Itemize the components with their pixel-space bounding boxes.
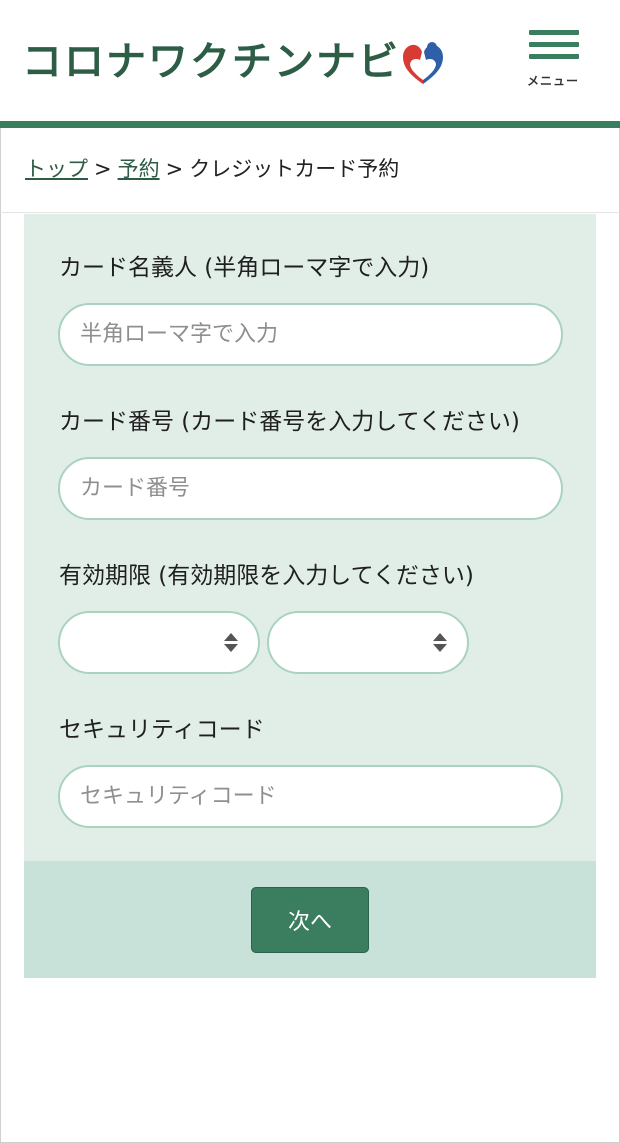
breadcrumb-divider (0, 212, 620, 213)
heart-people-icon (403, 42, 443, 84)
credit-card-form: カード名義人 (半角ローマ字で入力) カード番号 (カード番号を入力してください… (24, 214, 596, 861)
cardholder-label: カード名義人 (半角ローマ字で入力) (59, 255, 430, 281)
menu-label: メニュー (526, 74, 579, 88)
form-footer: 次へ (24, 861, 596, 978)
breadcrumb-link-top[interactable]: トップ (25, 157, 88, 181)
security-code-input[interactable] (58, 765, 563, 828)
expiry-label: 有効期限 (有効期限を入力してください) (59, 563, 474, 589)
select-caret-icon (224, 633, 238, 653)
next-button[interactable]: 次へ (251, 887, 369, 953)
breadcrumb-separator: > (165, 157, 184, 181)
site-logo[interactable]: コロナワクチンナビ (22, 34, 400, 90)
site-header: コロナワクチンナビ メニュー (0, 0, 620, 122)
breadcrumb-link-reservation[interactable]: 予約 (118, 157, 160, 181)
security-code-label: セキュリティコード (59, 717, 265, 743)
cardholder-input[interactable] (58, 303, 563, 366)
breadcrumb-current: クレジットカード予約 (189, 157, 400, 181)
header-divider (0, 121, 620, 128)
card-number-label: カード番号 (カード番号を入力してください) (59, 409, 520, 435)
card-number-input[interactable] (58, 457, 563, 520)
select-caret-icon (433, 633, 447, 653)
breadcrumb-separator: > (94, 157, 112, 181)
expiry-year-select[interactable] (267, 611, 469, 674)
breadcrumb: トップ > 予約 > クレジットカード予約 (25, 152, 399, 186)
menu-button[interactable]: メニュー (521, 30, 585, 92)
expiry-month-select[interactable] (58, 611, 260, 674)
